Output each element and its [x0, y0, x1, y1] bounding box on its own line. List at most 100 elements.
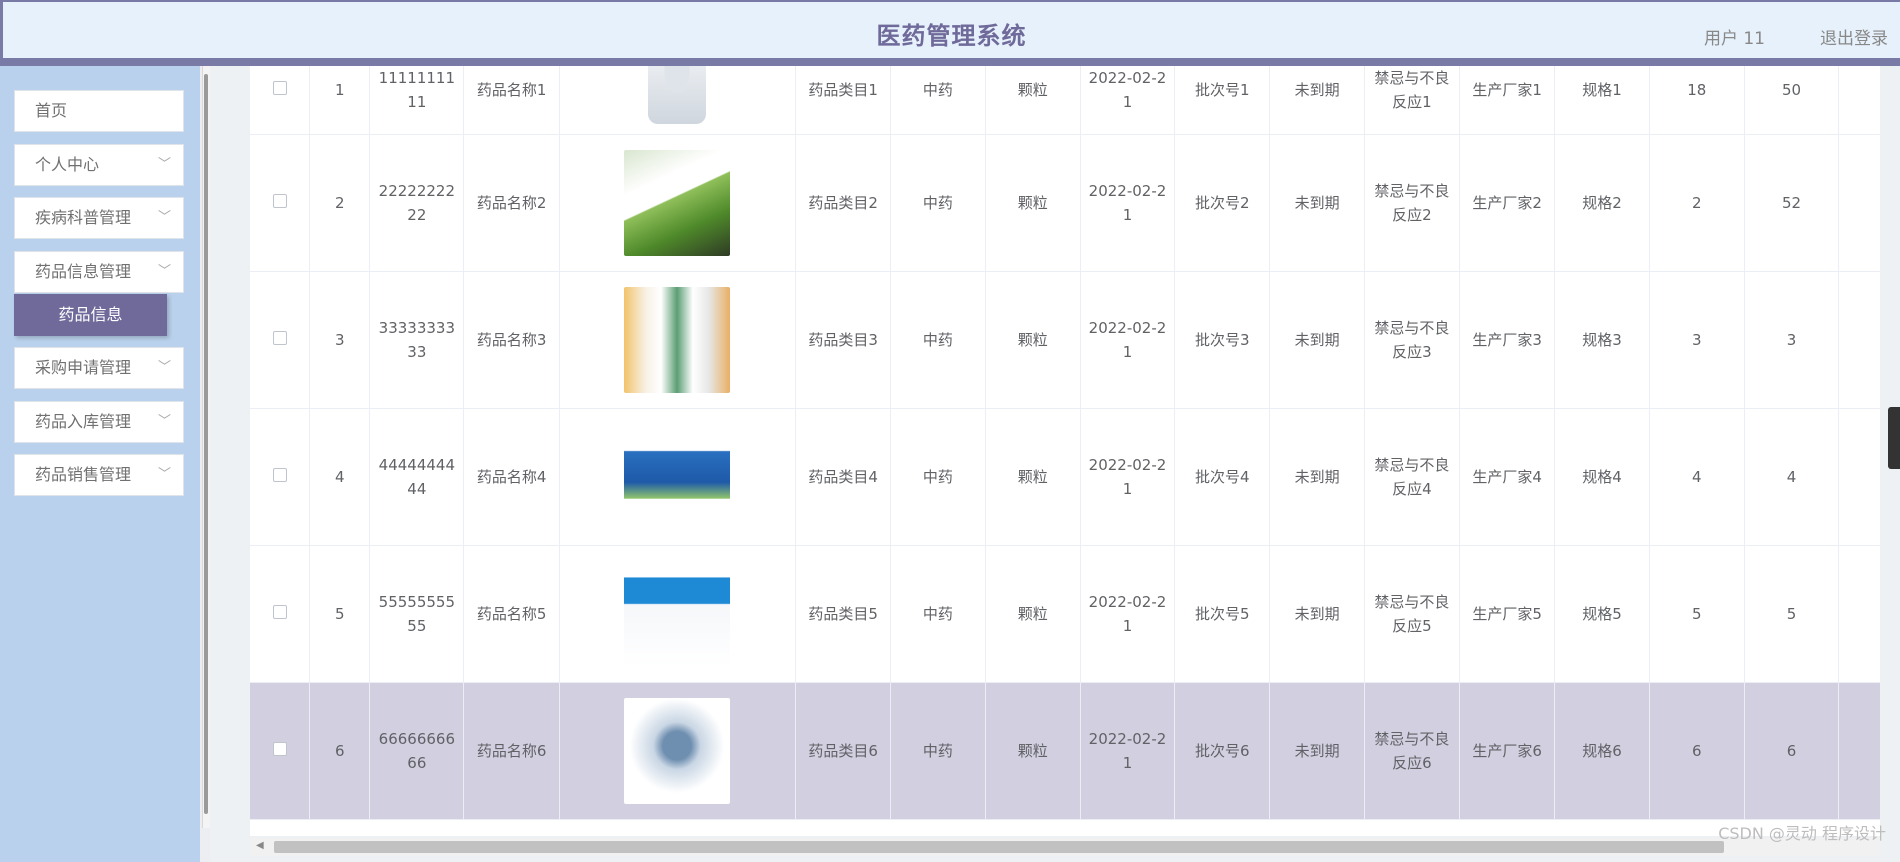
cell-maker: 生产厂家2 — [1459, 134, 1556, 272]
cell-batch: 批次号2 — [1174, 134, 1271, 272]
scrollbar-thumb[interactable] — [274, 841, 1724, 853]
row-checkbox[interactable] — [272, 330, 287, 345]
cell-spec: 规格5 — [1554, 545, 1650, 683]
cell-category: 药品类目3 — [795, 271, 892, 409]
row-actions: ▤详情▤▤药品销售 — [1838, 545, 1880, 683]
sidebar-item-label: 药品入库管理 — [35, 412, 132, 431]
sidebar-item-6[interactable]: 药品销售管理 ﹀ — [14, 454, 184, 496]
drug-image[interactable] — [624, 423, 731, 530]
row-index: 4 — [309, 408, 371, 546]
sidebar-item-label: 个人中心 — [35, 155, 100, 174]
row-checkbox[interactable] — [272, 604, 287, 619]
table-row[interactable]: 6 6666666666 药品名称6 药品类目6 中药 颗粒 2022-02-21 批次号6 未… — [250, 682, 1880, 820]
logout-link[interactable]: 退出登录 — [1820, 24, 1888, 49]
cell-expiry: 未到期 — [1269, 682, 1365, 820]
side-toggle-tab[interactable] — [1888, 407, 1900, 469]
cell-code: 1111111111 — [369, 66, 465, 135]
sidebar-scrollbar[interactable] — [202, 66, 210, 828]
cell-spec: 规格3 — [1554, 271, 1650, 409]
cell-name: 药品名称1 — [463, 66, 560, 135]
cell-category: 药品类目5 — [795, 545, 892, 683]
sidebar-item-label: 采购申请管理 — [35, 358, 132, 377]
cell-batch: 批次号1 — [1174, 66, 1271, 135]
cell-taboo: 禁忌与不良反应5 — [1364, 545, 1461, 683]
cell-price: 3 — [1744, 271, 1840, 409]
row-checkbox[interactable] — [272, 467, 287, 482]
cell-price: 50 — [1744, 66, 1840, 135]
cell-form: 颗粒 — [985, 271, 1081, 409]
sidebar: 首页 个人中心 ﹀ 疾病科普管理 ﹀ 药品信息管理 ﹀ 采购申请管理 ﹀ 药品入库管理 ﹀ 药品销售管… — [0, 66, 200, 862]
cell-spec: 规格1 — [1554, 66, 1650, 135]
table-row[interactable]: 2 2222222222 药品名称2 药品类目2 中药 颗粒 2022-02-21 批次号2 未… — [250, 134, 1880, 272]
scroll-left-icon[interactable]: ◀ — [256, 840, 264, 851]
cell-date: 2022-02-21 — [1080, 66, 1176, 135]
row-checkbox-cell — [250, 408, 311, 546]
cell-taboo: 禁忌与不良反应4 — [1364, 408, 1461, 546]
current-user[interactable]: 用户 11 — [1704, 24, 1765, 49]
table-row[interactable]: 5 5555555555 药品名称5 药品类目5 中药 颗粒 2022-02-21 批次号5 未… — [250, 545, 1880, 683]
main-content: 1 1111111111 药品名称1 药品类目1 中药 颗粒 2022-02-21 批次号1 未… — [210, 66, 1900, 862]
horizontal-scrollbar[interactable]: ◀ — [250, 838, 1880, 856]
drug-image-cell — [559, 66, 796, 135]
row-checkbox[interactable] — [272, 741, 287, 756]
table-row[interactable]: 1 1111111111 药品名称1 药品类目1 中药 颗粒 2022-02-21 批次号1 未… — [250, 66, 1880, 135]
chevron-down-icon: ﹀ — [157, 157, 171, 172]
cell-batch: 批次号6 — [1174, 682, 1271, 820]
sidebar-item-1[interactable]: 个人中心 ﹀ — [14, 144, 184, 186]
chevron-down-icon: ﹀ — [157, 210, 171, 225]
drug-image-cell — [559, 271, 796, 409]
cell-qty: 3 — [1649, 271, 1745, 409]
cell-form: 颗粒 — [985, 545, 1081, 683]
cell-batch: 批次号3 — [1174, 271, 1271, 409]
drug-table: 1 1111111111 药品名称1 药品类目1 中药 颗粒 2022-02-21 批次号1 未… — [250, 66, 1880, 836]
cell-name: 药品名称6 — [463, 682, 560, 820]
cell-expiry: 未到期 — [1269, 66, 1365, 135]
cell-name: 药品名称3 — [463, 271, 560, 409]
chevron-down-icon: ﹀ — [157, 414, 171, 429]
cell-code: 3333333333 — [369, 271, 465, 409]
table-row[interactable]: 4 4444444444 药品名称4 药品类目4 中药 颗粒 2022-02-21 批次号4 未… — [250, 408, 1880, 546]
cell-type: 中药 — [890, 271, 986, 409]
row-actions: ▤药品销售 — [1838, 66, 1880, 135]
drug-image[interactable] — [624, 286, 731, 393]
sidebar-item-3[interactable]: 药品信息管理 ﹀ — [14, 251, 184, 293]
drug-image[interactable] — [648, 66, 707, 124]
drug-image[interactable] — [624, 697, 731, 804]
sidebar-subitem-drug-info[interactable]: 药品信息 — [14, 294, 167, 336]
cell-category: 药品类目2 — [795, 134, 892, 272]
row-index: 1 — [309, 66, 371, 135]
cell-maker: 生产厂家1 — [1459, 66, 1556, 135]
cell-code: 2222222222 — [369, 134, 465, 272]
cell-expiry: 未到期 — [1269, 271, 1365, 409]
sidebar-item-label: 药品信息管理 — [35, 262, 132, 281]
row-actions: ▤详情▤▤药品销售 — [1838, 408, 1880, 546]
sidebar-item-4[interactable]: 采购申请管理 ﹀ — [14, 347, 184, 389]
sidebar-item-2[interactable]: 疾病科普管理 ﹀ — [14, 197, 184, 239]
drug-image[interactable] — [624, 560, 731, 667]
cell-date: 2022-02-21 — [1080, 545, 1176, 683]
row-checkbox[interactable] — [272, 80, 287, 95]
chevron-down-icon: ﹀ — [157, 264, 171, 279]
sidebar-item-0[interactable]: 首页 — [14, 90, 184, 132]
sidebar-item-label: 药品销售管理 — [35, 465, 132, 484]
cell-name: 药品名称5 — [463, 545, 560, 683]
table-row[interactable]: 3 3333333333 药品名称3 药品类目3 中药 颗粒 2022-02-21 批次号3 未… — [250, 271, 1880, 409]
cell-spec: 规格6 — [1554, 682, 1650, 820]
row-checkbox-cell — [250, 271, 311, 409]
row-checkbox[interactable] — [272, 193, 287, 208]
row-index: 2 — [309, 134, 371, 272]
cell-maker: 生产厂家3 — [1459, 271, 1556, 409]
sidebar-item-5[interactable]: 药品入库管理 ﹀ — [14, 401, 184, 443]
cell-type: 中药 — [890, 134, 986, 272]
chevron-down-icon: ﹀ — [157, 467, 171, 482]
cell-spec: 规格4 — [1554, 408, 1650, 546]
drug-image[interactable] — [624, 149, 731, 256]
cell-maker: 生产厂家6 — [1459, 682, 1556, 820]
chevron-down-icon: ﹀ — [157, 360, 171, 375]
cell-category: 药品类目6 — [795, 682, 892, 820]
sidebar-item-label: 首页 — [35, 101, 68, 120]
drug-image-cell — [559, 545, 796, 683]
row-checkbox-cell — [250, 545, 311, 683]
cell-taboo: 禁忌与不良反应6 — [1364, 682, 1461, 820]
row-actions: ▤详情▤▤药品销售 — [1838, 682, 1880, 820]
